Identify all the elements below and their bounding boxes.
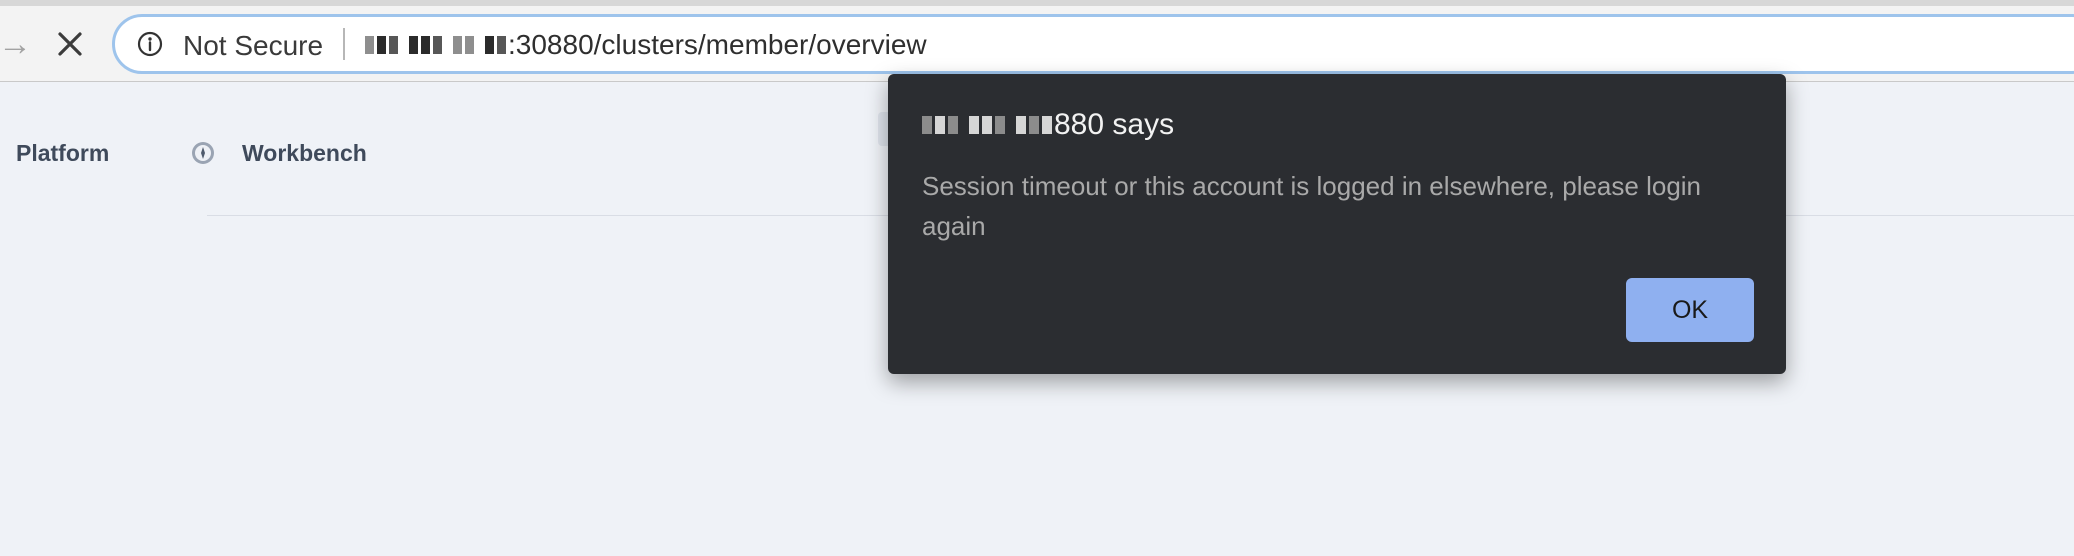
- redacted-title-host-mask: [922, 116, 1052, 134]
- arrow-right-icon[interactable]: →: [0, 24, 32, 64]
- alert-dialog: 880 says Session timeout or this account…: [888, 74, 1786, 374]
- not-secure-label: Not Secure: [183, 30, 324, 61]
- ok-button[interactable]: OK: [1626, 278, 1754, 342]
- nav-item-platform[interactable]: Platform: [16, 140, 109, 167]
- url-text[interactable]: :30880/clusters/member/overview: [365, 29, 927, 61]
- redacted-host-mask: [365, 36, 506, 54]
- address-divider: [343, 28, 345, 60]
- browser-toolbar: → Not Secure :30880/clusters/member/over…: [0, 0, 2074, 82]
- nav-item-workbench[interactable]: Workbench: [242, 140, 367, 167]
- close-icon[interactable]: [48, 22, 92, 66]
- url-path: :30880/clusters/member/overview: [508, 29, 927, 60]
- compass-icon: [190, 140, 216, 166]
- dialog-title: 880 says: [922, 108, 1174, 142]
- dialog-title-text: 880 says: [1054, 108, 1175, 141]
- address-bar[interactable]: Not Secure :30880/clusters/member/overvi…: [112, 14, 2074, 74]
- browser-top-edge: [0, 0, 2074, 6]
- dialog-message: Session timeout or this account is logge…: [922, 171, 1702, 241]
- info-icon[interactable]: [137, 31, 163, 57]
